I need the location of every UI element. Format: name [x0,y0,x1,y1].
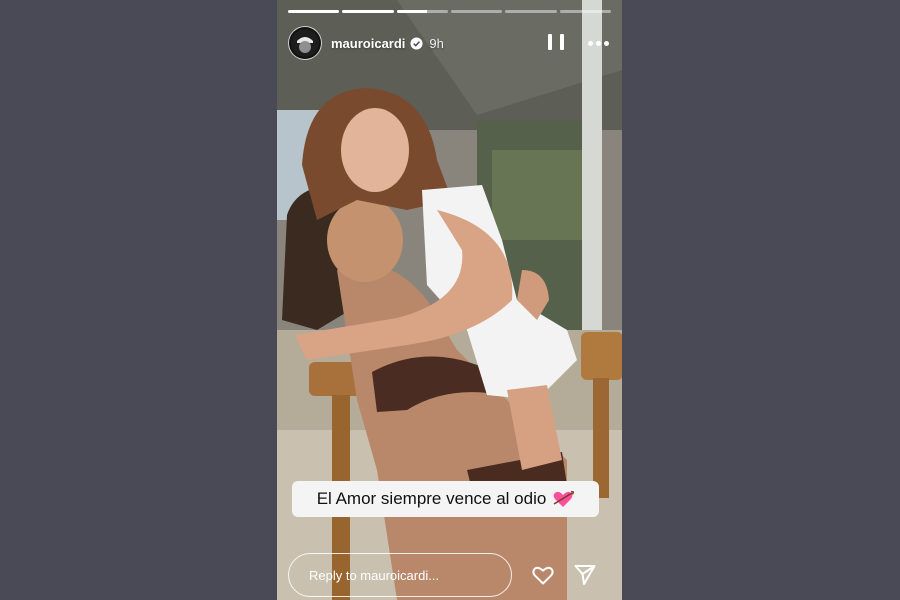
heart-with-arrow-icon [553,490,575,507]
username[interactable]: mauroicardi [331,36,405,51]
send-icon[interactable] [573,563,597,587]
story-viewer[interactable]: mauroicardi 9h El Amor siempre vence al … [277,0,622,600]
progress-segment [396,10,448,13]
more-options-icon[interactable] [588,40,609,46]
avatar-icon[interactable] [288,26,322,60]
reply-input[interactable]: Reply to mauroicardi... [288,553,512,597]
story-progress-bar [288,10,611,13]
story-header: mauroicardi 9h [288,26,611,60]
progress-segment [450,10,503,13]
progress-segment [559,10,611,13]
story-caption: El Amor siempre vence al odio [292,481,599,517]
verified-badge-icon [410,36,423,50]
progress-fill [396,10,428,13]
progress-segment [288,10,340,13]
pause-icon[interactable] [548,34,564,52]
reply-placeholder: Reply to mauroicardi... [309,567,440,583]
progress-fill [288,10,340,13]
post-time: 9h [429,35,444,51]
progress-segment [342,10,394,13]
progress-segment [505,10,557,13]
progress-fill [342,10,394,13]
heart-icon[interactable] [531,563,555,587]
caption-text: El Amor siempre vence al odio [316,489,547,508]
